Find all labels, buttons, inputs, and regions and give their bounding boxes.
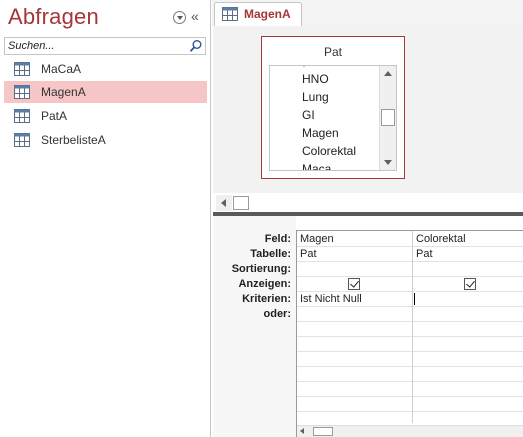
row-label-anzeigen: Anzeigen:: [238, 278, 291, 290]
tab-magena[interactable]: MagenA: [214, 2, 302, 26]
search-icon[interactable]: [189, 39, 203, 53]
collapse-icon[interactable]: «: [191, 8, 199, 24]
grid-cell-sortierung[interactable]: [416, 263, 516, 276]
query-icon: [14, 62, 30, 76]
grid-row-header: Feld: Tabelle: Sortierung: Anzeigen: Kri…: [213, 216, 296, 437]
query-design-grid: Feld: Tabelle: Sortierung: Anzeigen: Kri…: [213, 216, 523, 437]
scroll-left-icon[interactable]: [216, 195, 232, 211]
table-pane-horizontal-scrollbar[interactable]: [216, 195, 250, 211]
nav-item-pata[interactable]: PatA: [4, 105, 207, 127]
search-box[interactable]: [4, 37, 206, 55]
field-item[interactable]: Magen: [302, 126, 339, 140]
nav-item-label: SterbelisteA: [41, 133, 106, 147]
field-item[interactable]: Maca: [302, 162, 331, 170]
scroll-left-icon[interactable]: [300, 428, 304, 434]
query-icon: [222, 7, 238, 21]
field-list[interactable]: · HNO Lung GI Magen Colorektal Maca: [269, 65, 397, 171]
query-icon: [14, 133, 30, 147]
grid-cell-feld[interactable]: Magen: [300, 233, 334, 245]
scroll-up-icon[interactable]: [384, 71, 392, 76]
field-item[interactable]: GI: [302, 108, 315, 122]
scroll-thumb[interactable]: [233, 196, 249, 210]
row-label-tabelle: Tabelle:: [250, 248, 291, 260]
search-input[interactable]: [8, 40, 178, 52]
field-item[interactable]: Lung: [302, 90, 329, 104]
scroll-down-icon[interactable]: [384, 160, 392, 165]
nav-item-magena[interactable]: MagenA: [4, 81, 207, 103]
tab-label: MagenA: [244, 7, 291, 21]
row-label-feld: Feld:: [264, 233, 291, 245]
query-icon: [14, 85, 30, 99]
nav-title: Abfragen: [8, 4, 99, 29]
text-caret: [414, 293, 415, 305]
field-item-partial: ·: [302, 65, 306, 72]
grid-cell-sortierung[interactable]: [300, 263, 410, 276]
nav-item-macaa[interactable]: MaCaA: [4, 58, 207, 80]
nav-item-label: MagenA: [41, 85, 86, 99]
grid-columns: Magen Pat Ist Nicht Null Colorektal Pat: [296, 230, 523, 437]
grid-cell-kriterien[interactable]: Ist Nicht Null: [300, 293, 362, 305]
row-label-sortierung: Sortierung:: [231, 263, 291, 275]
scroll-thumb[interactable]: [381, 109, 395, 126]
table-field-list-pat[interactable]: Pat · HNO Lung GI Magen Colorektal Maca: [261, 36, 405, 179]
table-name: Pat: [323, 45, 342, 59]
grid-horizontal-scrollbar[interactable]: [297, 425, 523, 437]
row-label-kriterien: Kriterien:: [242, 293, 291, 305]
scroll-thumb[interactable]: [313, 427, 333, 436]
grid-cell-kriterien[interactable]: [416, 293, 516, 306]
show-checkbox[interactable]: [348, 278, 360, 290]
nav-item-label: PatA: [41, 109, 68, 123]
navigation-pane: Abfragen « MaCaA MagenA: [0, 0, 211, 437]
field-item[interactable]: Colorektal: [302, 144, 356, 158]
grid-cell-tabelle[interactable]: Pat: [416, 248, 433, 260]
grid-cell-feld[interactable]: Colorektal: [416, 233, 466, 245]
nav-item-sterbelistea[interactable]: SterbelisteA: [4, 129, 207, 151]
nav-menu-dropdown-button[interactable]: [173, 11, 186, 24]
grid-cell-tabelle[interactable]: Pat: [300, 248, 317, 260]
row-label-oder: oder:: [263, 308, 292, 320]
nav-item-label: MaCaA: [41, 62, 82, 76]
query-icon: [14, 109, 30, 123]
field-list-scrollbar[interactable]: [379, 66, 396, 170]
show-checkbox[interactable]: [464, 278, 476, 290]
field-item[interactable]: HNO: [302, 72, 329, 86]
